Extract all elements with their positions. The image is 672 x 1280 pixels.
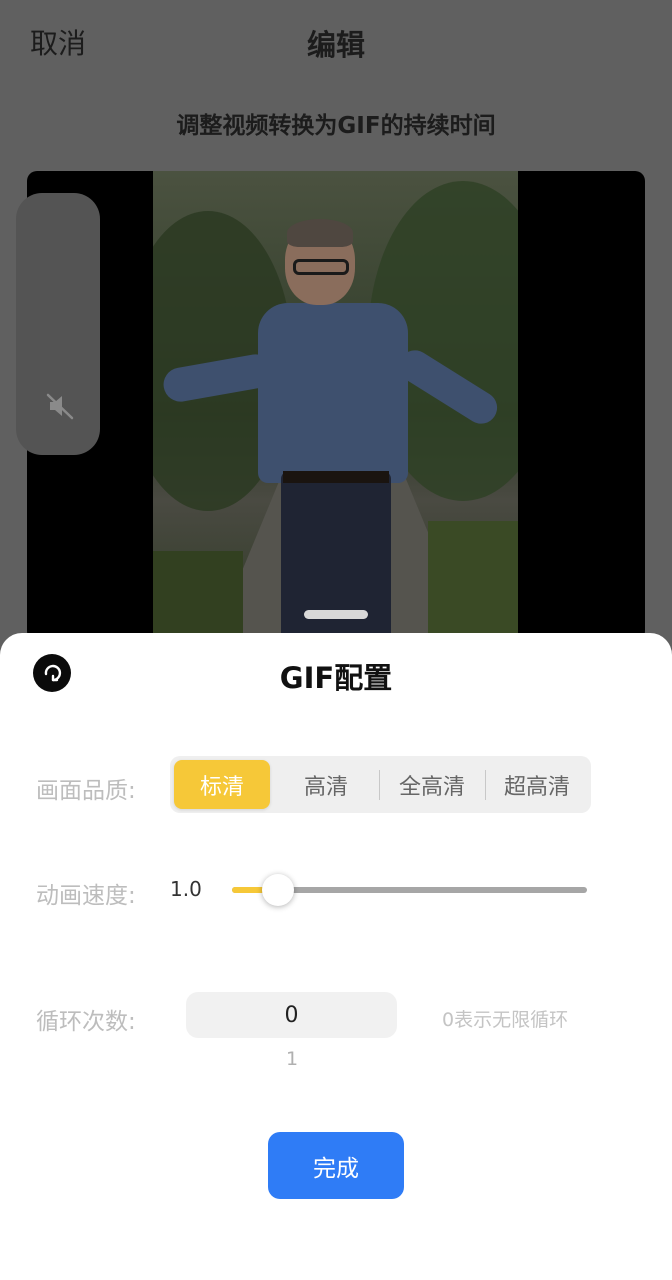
person-hair [287, 219, 353, 247]
person-belt [283, 471, 389, 483]
sheet-drag-handle[interactable] [304, 610, 368, 619]
loop-picker-next-value[interactable]: 1 [286, 1048, 298, 1070]
quality-option-fhd[interactable]: 全高清 [380, 760, 484, 809]
speaker-muted-icon[interactable] [45, 391, 75, 421]
speed-slider[interactable] [232, 874, 587, 906]
person-glasses [293, 259, 349, 275]
quality-option-uhd[interactable]: 超高清 [486, 760, 588, 809]
gif-editor-screen: 取消 编辑 调整视频转换为GIF的持续时间 GIF配置 画面品质: 标清 高清 … [0, 0, 672, 1280]
speed-slider-thumb[interactable] [262, 874, 295, 906]
sheet-title: GIF配置 [279, 661, 393, 695]
speed-value: 1.0 [170, 877, 202, 901]
top-bar: 取消 编辑 [0, 0, 672, 80]
grass-shape [428, 521, 518, 641]
quality-option-sd[interactable]: 标清 [174, 760, 270, 809]
grass-shape [153, 551, 243, 641]
volume-control[interactable] [16, 193, 100, 455]
quality-option-hd[interactable]: 高清 [276, 760, 376, 809]
loop-label: 循环次数: [36, 1009, 136, 1035]
done-button[interactable]: 完成 [268, 1132, 404, 1199]
page-title: 编辑 [306, 28, 365, 62]
loop-hint: 0表示无限循环 [442, 1009, 569, 1031]
video-preview[interactable] [27, 171, 645, 641]
quality-label: 画面品质: [36, 778, 136, 804]
page-subtitle: 调整视频转换为GIF的持续时间 [176, 113, 496, 139]
loop-count-input[interactable] [186, 992, 397, 1038]
quality-segmented-control: 标清 高清 全高清 超高清 [170, 756, 591, 813]
speed-label: 动画速度: [36, 883, 136, 909]
person-torso [258, 303, 408, 483]
video-frame-image [153, 171, 518, 641]
gif-config-sheet: GIF配置 画面品质: 标清 高清 全高清 超高清 动画速度: 1.0 循环次数… [0, 633, 672, 1280]
